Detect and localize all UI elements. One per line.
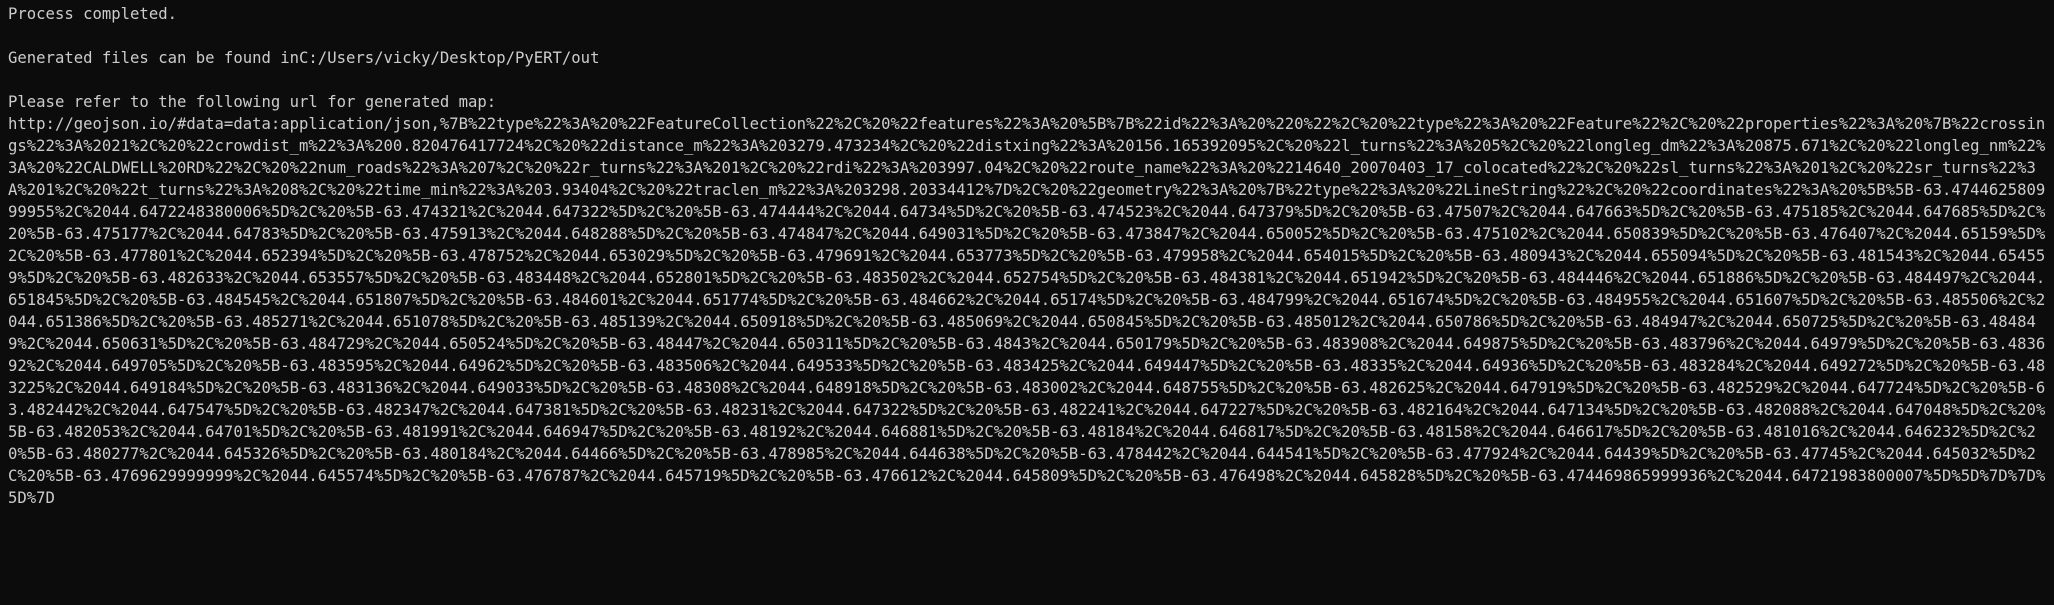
terminal-window[interactable]: Process completed. Generated files can b… [0,0,2054,605]
status-line: Process completed. [8,5,177,23]
geojson-url-text[interactable]: http://geojson.io/#data=data:application… [8,113,2048,509]
map-url-prompt: Please refer to the following url for ge… [8,93,497,111]
output-path-line: Generated files can be found inC:/Users/… [8,49,600,67]
